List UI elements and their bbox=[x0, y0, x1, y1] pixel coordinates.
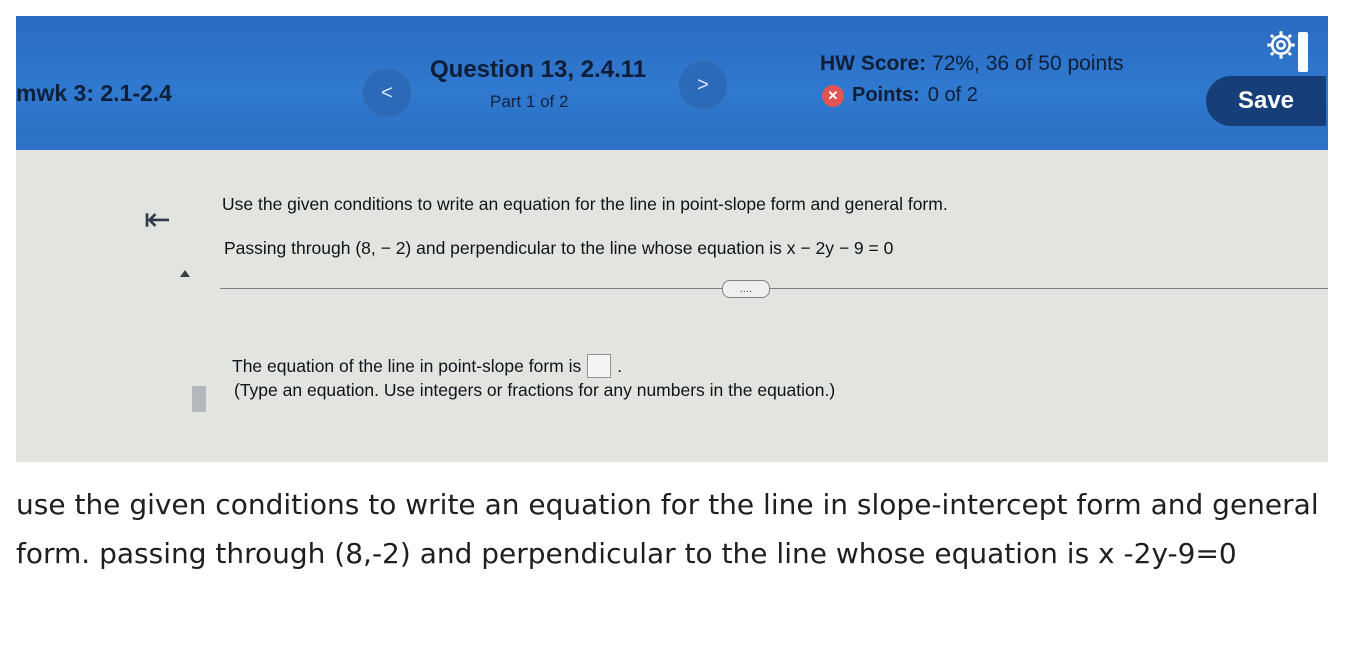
scroll-up-arrow-icon[interactable] bbox=[180, 270, 190, 277]
points-status: ✕ Points: 0 of 2 bbox=[822, 84, 978, 107]
answer-line: The equation of the line in point-slope … bbox=[232, 354, 622, 378]
question-body-text: use the given conditions to write an equ… bbox=[16, 488, 1319, 570]
chevron-left-icon: < bbox=[381, 81, 393, 104]
answer-hint: (Type an equation. Use integers or fract… bbox=[234, 380, 836, 400]
question-title: Question 13, 2.4.11 bbox=[430, 56, 647, 83]
points-value: 0 of 2 bbox=[927, 84, 978, 106]
answer-prompt: The equation of the line in point-slope … bbox=[232, 355, 582, 376]
chevron-right-icon: > bbox=[697, 73, 709, 96]
flag-icon[interactable] bbox=[1298, 32, 1308, 72]
question-part: Part 1 of 2 bbox=[490, 92, 569, 111]
section-divider bbox=[220, 288, 1328, 289]
hw-score-value: 72%, 36 of 50 points bbox=[932, 52, 1124, 75]
hw-score-label: HW Score: bbox=[820, 52, 927, 75]
points-label: Points: bbox=[852, 84, 920, 106]
gear-icon[interactable] bbox=[1266, 30, 1296, 60]
question-header-bar: mwk 3: 2.1-2.4 < Question 13, 2.4.11 Par… bbox=[16, 16, 1328, 150]
homework-screenshot-photo: mwk 3: 2.1-2.4 < Question 13, 2.4.11 Par… bbox=[16, 16, 1328, 462]
question-conditions: Passing through (8, − 2) and perpendicul… bbox=[224, 238, 894, 258]
answer-input[interactable] bbox=[587, 354, 612, 378]
question-instructions: Use the given conditions to write an equ… bbox=[222, 194, 948, 214]
save-button[interactable]: Save bbox=[1206, 76, 1326, 126]
next-question-button[interactable]: > bbox=[678, 60, 728, 110]
question-content: ⇤ Use the given conditions to write an e… bbox=[16, 150, 1328, 462]
collapse-sidebar-icon[interactable]: ⇤ bbox=[144, 200, 171, 238]
more-options-button[interactable]: .... bbox=[722, 280, 770, 298]
scrollbar-thumb[interactable] bbox=[192, 386, 206, 412]
answer-suffix: . bbox=[617, 355, 623, 376]
incorrect-x-icon: ✕ bbox=[822, 84, 844, 107]
previous-question-button[interactable]: < bbox=[362, 68, 412, 118]
assignment-title: mwk 3: 2.1-2.4 bbox=[16, 80, 172, 106]
hw-score: HW Score: 72%, 36 of 50 points bbox=[820, 52, 1124, 76]
